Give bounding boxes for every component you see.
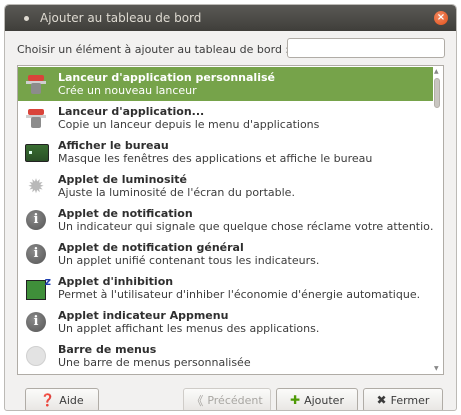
item-description: Un indicateur qui signale que quelque ch… xyxy=(58,220,433,233)
launcher-icon xyxy=(24,72,48,96)
help-button[interactable]: ❓ Aide xyxy=(25,388,99,410)
info-icon: i xyxy=(24,310,48,334)
item-description: Copie un lanceur depuis le menu d'applic… xyxy=(58,118,320,131)
add-icon: ✚ xyxy=(290,393,301,407)
title-bar[interactable]: Ajouter au tableau de bord × xyxy=(5,5,456,31)
close-x-icon: ✖ xyxy=(376,393,387,407)
list-item-appmenu[interactable]: i Applet indicateur Appmenu Un applet af… xyxy=(18,305,433,339)
menu-bar-icon xyxy=(24,344,48,368)
item-title: Applet de notification général xyxy=(58,241,244,254)
add-button[interactable]: ✚ Ajouter xyxy=(276,388,358,410)
help-button-label: Aide xyxy=(59,393,84,407)
search-input[interactable] xyxy=(287,38,445,58)
back-arrow-icon: 《 xyxy=(191,393,204,408)
list-item-brightness[interactable]: ✹ Applet de luminosité Ajuste la luminos… xyxy=(18,169,433,203)
search-label: Choisir un élément à ajouter au tableau … xyxy=(17,42,290,56)
help-icon: ❓ xyxy=(40,393,56,407)
item-description: Une barre de menus personnalisée xyxy=(58,356,251,369)
list-item-general-notification[interactable]: i Applet de notification général Un appl… xyxy=(18,237,433,271)
item-description: Permet à l'utilisateur d'inhiber l'écono… xyxy=(58,288,421,301)
info-icon: i xyxy=(24,242,48,266)
item-title: Applet indicateur Appmenu xyxy=(58,309,229,322)
window-menu-icon[interactable] xyxy=(24,15,29,21)
back-button-label: Précédent xyxy=(207,393,263,407)
item-description: Masque les fenêtres des applications et … xyxy=(58,152,373,165)
item-description: Crée un nouveau lanceur xyxy=(58,84,197,97)
list-item-custom-launcher[interactable]: Lanceur d'application personnalisé Crée … xyxy=(18,67,433,101)
item-title: Applet de luminosité xyxy=(58,173,188,186)
close-window-button[interactable]: × xyxy=(434,11,448,25)
close-button-label: Fermer xyxy=(390,393,430,407)
item-description: Un applet unifié contenant tous les indi… xyxy=(58,254,320,267)
list-item-menu-bar[interactable]: Barre de menus Une barre de menus person… xyxy=(18,339,433,373)
list-item-inhibit[interactable]: z Applet d'inhibition Permet à l'utilisa… xyxy=(18,271,433,305)
item-title: Applet de notification xyxy=(58,207,193,220)
item-title: Lanceur d'application... xyxy=(58,105,205,118)
window-title: Ajouter au tableau de bord xyxy=(40,11,202,25)
list-item-notification[interactable]: i Applet de notification Un indicateur q… xyxy=(18,203,433,237)
search-row: Choisir un élément à ajouter au tableau … xyxy=(17,38,445,60)
item-title: Lanceur d'application personnalisé xyxy=(58,71,275,84)
item-title: Applet d'inhibition xyxy=(58,275,174,288)
item-title: Barre de menus xyxy=(58,343,157,356)
list-item-app-launcher[interactable]: Lanceur d'application... Copie un lanceu… xyxy=(18,101,433,135)
add-to-panel-dialog: Ajouter au tableau de bord × Choisir un … xyxy=(4,4,457,411)
add-button-label: Ajouter xyxy=(304,393,344,407)
back-button[interactable]: 《 Précédent xyxy=(183,388,271,410)
info-icon: i xyxy=(24,208,48,232)
close-button[interactable]: ✖ Fermer xyxy=(363,388,443,410)
list-scrollbar[interactable]: ▲ ▼ xyxy=(433,68,441,372)
scroll-down-icon[interactable]: ▼ xyxy=(434,365,439,372)
item-description: Ajuste la luminosité de l'écran du porta… xyxy=(58,186,295,199)
scroll-up-icon[interactable]: ▲ xyxy=(434,68,439,75)
launcher-icon xyxy=(24,106,48,130)
inhibit-icon: z xyxy=(24,275,51,300)
item-description: Un applet affichant les menus des applic… xyxy=(58,322,320,335)
desktop-icon xyxy=(24,140,49,164)
list-item-show-desktop[interactable]: Afficher le bureau Masque les fenêtres d… xyxy=(18,135,433,169)
scrollbar-thumb[interactable] xyxy=(434,78,440,108)
brightness-icon: ✹ xyxy=(27,174,45,198)
applet-list[interactable]: Lanceur d'application personnalisé Crée … xyxy=(17,65,444,375)
item-title: Afficher le bureau xyxy=(58,139,169,152)
